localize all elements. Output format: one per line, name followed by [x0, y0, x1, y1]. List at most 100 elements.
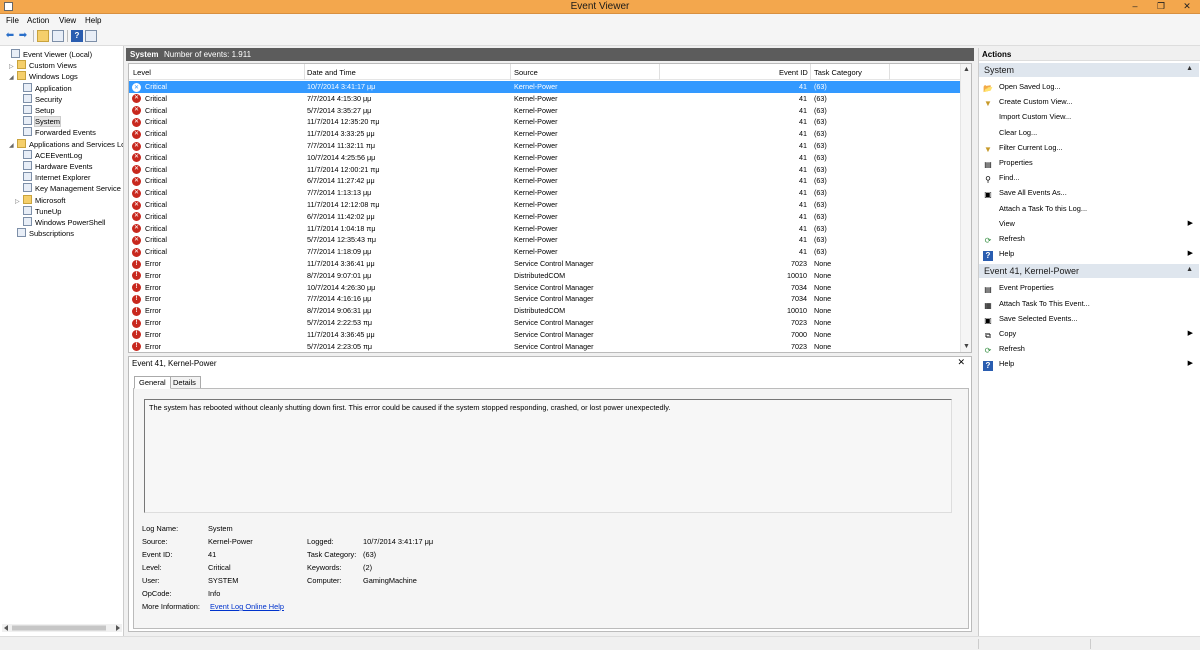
action-help[interactable]: ? Help ▶ [983, 246, 1199, 262]
event-row[interactable]: ✕ Critical 7/7/2014 1:18:09 μμ Kernel-Power… [129, 246, 961, 258]
event-row[interactable]: ✕ Critical 10/7/2014 4:25:56 μμ Kernel-Powe… [129, 152, 961, 164]
action-label: Clear Log... [999, 127, 1038, 137]
event-row[interactable]: ✕ Critical 11/7/2014 12:12:08 πμ Kernel-Pow… [129, 199, 961, 211]
event-task-cell: (63) [814, 117, 827, 127]
back-arrow-icon[interactable]: ⬅ [4, 30, 16, 42]
action-pane-icon[interactable] [85, 30, 97, 42]
folder-up-icon[interactable] [37, 30, 49, 42]
event-log-online-help-link[interactable]: Event Log Online Help [210, 602, 284, 611]
action-properties[interactable]: ▤ Properties [983, 155, 1199, 170]
event-row[interactable]: ✕ Critical 7/7/2014 1:13:13 μμ Kernel-Power… [129, 187, 961, 199]
event-row[interactable]: ! Error 10/7/2014 4:26:30 μμ Service Contro… [129, 282, 961, 294]
action-clear-log[interactable]: Clear Log... [983, 125, 1199, 140]
actions-section-event-41-kernel-power[interactable]: Event 41, Kernel-Power ▲ [979, 264, 1199, 279]
tree-item-setup[interactable]: Setup [15, 105, 55, 116]
event-row[interactable]: ! Error 11/7/2014 3:36:45 μμ Service Contro… [129, 329, 961, 341]
scroll-up-icon[interactable]: ▲ [961, 66, 971, 73]
action-filter-current-log[interactable]: ▼ Filter Current Log... [983, 140, 1199, 155]
tree-item-internet-explorer[interactable]: Internet Explorer [15, 172, 90, 183]
event-row[interactable]: ✕ Critical 11/7/2014 12:35:20 πμ Kernel-Pow… [129, 116, 961, 128]
tree-item-event-viewer-local[interactable]: Event Viewer (Local) [3, 49, 92, 60]
tree-item-windows-powershell[interactable]: Windows PowerShell [15, 217, 105, 228]
event-row[interactable]: ✕ Critical 11/7/2014 3:33:25 μμ Kernel-Powe… [129, 128, 961, 140]
tree-item-subscriptions[interactable]: Subscriptions [9, 228, 74, 239]
column-divider[interactable] [304, 64, 305, 80]
tree-item-hardware-events[interactable]: Hardware Events [15, 161, 93, 172]
column-divider[interactable] [659, 64, 660, 80]
event-source-cell: Service Control Manager [514, 259, 594, 268]
action-open-saved-log[interactable]: 📂 Open Saved Log... [983, 79, 1199, 94]
column-divider[interactable] [510, 64, 511, 80]
action-event-properties[interactable]: ▤ Event Properties [983, 280, 1199, 295]
action-refresh[interactable]: ⟳ Refresh [983, 231, 1199, 246]
event-row[interactable]: ! Error 5/7/2014 2:23:05 πμ Service Control… [129, 341, 961, 352]
forward-arrow-icon[interactable]: ➡ [17, 30, 29, 42]
action-import-custom-view[interactable]: Import Custom View... [983, 109, 1199, 124]
column-divider[interactable] [810, 64, 811, 80]
event-row[interactable]: ! Error 7/7/2014 4:16:16 μμ Service Control… [129, 293, 961, 305]
tree-item-windows-logs[interactable]: ◢ Windows Logs [9, 71, 78, 82]
event-row[interactable]: ✕ Critical 5/7/2014 3:35:27 μμ Kernel-Power… [129, 105, 961, 117]
tab-general[interactable]: General [134, 376, 171, 389]
event-row[interactable]: ! Error 11/7/2014 3:36:41 μμ Service Contro… [129, 258, 961, 270]
event-level-cell: Error [145, 341, 161, 351]
action-icon-blank [983, 111, 993, 121]
event-row[interactable]: ! Error 8/7/2014 9:06:31 μμ DistributedCOM 1… [129, 305, 961, 317]
event-description[interactable]: The system has rebooted without cleanly … [144, 399, 952, 513]
action-save-all-events-as[interactable]: ▣ Save All Events As... [983, 185, 1199, 200]
event-row[interactable]: ✕ Critical 5/7/2014 12:35:43 πμ Kernel-Powe… [129, 234, 961, 246]
column-source[interactable]: Source [514, 68, 538, 77]
column-divider[interactable] [889, 64, 890, 80]
action-find[interactable]: ⚲ Find... [983, 170, 1199, 185]
menu-help[interactable]: Help [85, 16, 101, 25]
action-save-selected-events[interactable]: ▣ Save Selected Events... [983, 311, 1199, 326]
action-view[interactable]: View ▶ [983, 216, 1199, 231]
action-copy[interactable]: ⧉ Copy ▶ [983, 326, 1199, 341]
tree-item-key-management-service[interactable]: Key Management Service [15, 183, 121, 194]
tree-item-tuneup[interactable]: TuneUp [15, 205, 61, 217]
details-close-icon[interactable]: ✕ [957, 357, 965, 368]
tree-item-aceeventlog[interactable]: ACEEventLog [15, 149, 82, 161]
event-task-cell: (63) [814, 200, 827, 209]
menu-action[interactable]: Action [27, 16, 49, 25]
actions-section-system[interactable]: System ▲ [979, 63, 1199, 77]
action-create-custom-view[interactable]: ▼ Create Custom View... [983, 94, 1199, 109]
menu-view[interactable]: View [59, 16, 76, 25]
collapse-caret-icon[interactable]: ▲ [1186, 266, 1193, 273]
column-date-time[interactable]: Date and Time [307, 68, 356, 77]
tree-horizontal-scrollbar[interactable] [2, 624, 122, 632]
event-row[interactable]: ✕ Critical 7/7/2014 4:15:30 μμ Kernel-Power… [129, 93, 961, 105]
restore-button[interactable]: ❐ [1148, 0, 1174, 14]
events-vertical-scrollbar[interactable]: ▲ ▼ [960, 64, 971, 352]
event-row[interactable]: ✕ Critical 11/7/2014 12:00:21 πμ Kernel-Pow… [129, 164, 961, 176]
action-refresh[interactable]: ⟳ Refresh [983, 341, 1199, 356]
event-row[interactable]: ✕ Critical 11/7/2014 1:04:18 πμ Kernel-Powe… [129, 223, 961, 235]
tree-item-security[interactable]: Security [15, 93, 62, 105]
event-row[interactable]: ✕ Critical 6/7/2014 11:42:02 μμ Kernel-Powe… [129, 211, 961, 223]
event-row[interactable]: ✕ Critical 7/7/2014 11:32:11 πμ Kernel-Powe… [129, 140, 961, 152]
tree-item-application[interactable]: Application [15, 82, 72, 94]
column-task-category[interactable]: Task Category [814, 68, 862, 77]
critical-icon: ✕ [132, 188, 141, 198]
event-row[interactable]: ! Error 5/7/2014 2:22:53 πμ Service Control… [129, 317, 961, 329]
menu-file[interactable]: File [6, 16, 19, 25]
event-row[interactable]: ✕ Critical 6/7/2014 11:27:42 μμ Kernel-Powe… [129, 175, 961, 187]
collapse-caret-icon[interactable]: ▲ [1186, 65, 1193, 72]
tree-item-system[interactable]: System [15, 116, 62, 128]
tree-item-forwarded-events[interactable]: Forwarded Events [15, 127, 96, 138]
tree-item-microsoft[interactable]: ▷ Microsoft [15, 194, 65, 206]
event-row[interactable]: ! Error 8/7/2014 9:07:01 μμ DistributedCOM 1… [129, 270, 961, 282]
scroll-down-icon[interactable]: ▼ [961, 343, 971, 350]
tree-item-applications-and-services-lo[interactable]: ◢ Applications and Services Lo [9, 138, 123, 150]
column-event-id[interactable]: Event ID [779, 68, 808, 77]
event-row[interactable]: ✕ Critical 10/7/2014 3:41:17 μμ Kernel-Powe… [129, 81, 961, 93]
action-help[interactable]: ? Help ▶ [983, 356, 1199, 372]
minimize-button[interactable]: – [1122, 0, 1148, 14]
action-attach-task-to-this-event[interactable]: ▦ Attach Task To This Event... [983, 296, 1199, 311]
console-tree-icon[interactable] [52, 30, 64, 42]
column-level[interactable]: Level [133, 68, 151, 77]
close-button[interactable]: ✕ [1174, 0, 1200, 14]
action-attach-a-task-to-this-log[interactable]: Attach a Task To this Log... [983, 201, 1199, 216]
help-icon[interactable]: ? [71, 30, 83, 42]
tree-item-custom-views[interactable]: ▷ Custom Views [9, 60, 77, 71]
